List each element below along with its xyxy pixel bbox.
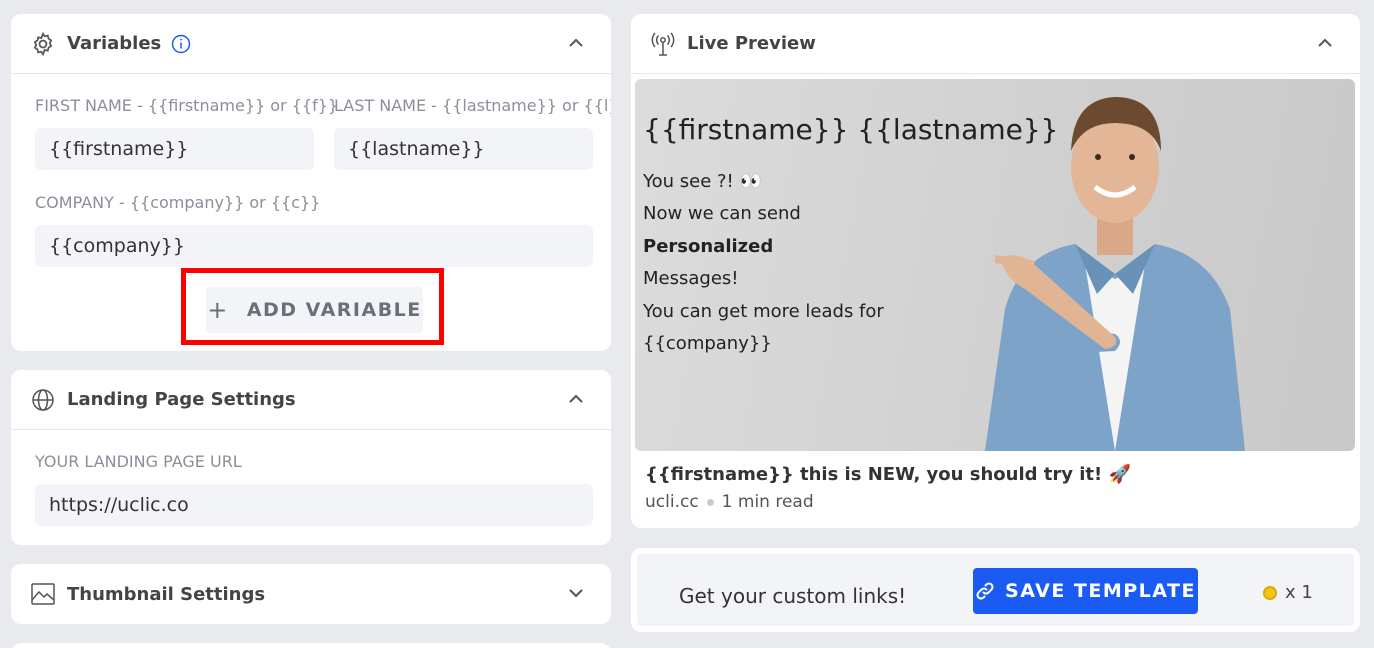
variables-panel: Variables FIRST NAME - {{firstname}} or … xyxy=(11,14,611,351)
save-template-button[interactable]: SAVE TEMPLATE xyxy=(973,568,1198,614)
landing-page-panel: Landing Page Settings YOUR LANDING PAGE … xyxy=(11,370,611,545)
add-variable-label: ADD VARIABLE xyxy=(246,299,422,321)
last-name-input[interactable] xyxy=(334,128,593,170)
antenna-icon xyxy=(649,30,677,58)
preview-line: You can get more leads for xyxy=(643,301,884,322)
chevron-down-icon[interactable] xyxy=(565,582,587,604)
preview-line: You see ?! 👀 xyxy=(643,171,762,192)
coin-icon xyxy=(1263,585,1277,600)
preview-line: Messages! xyxy=(643,268,739,289)
credits-counter: x 1 xyxy=(1263,582,1313,603)
preview-line: Personalized xyxy=(643,236,774,257)
credits-value: x 1 xyxy=(1285,582,1313,603)
person-illustration xyxy=(985,97,1245,451)
gear-icon xyxy=(29,30,57,58)
separator-dot xyxy=(706,498,714,506)
preview-read-time: 1 min read xyxy=(721,492,814,512)
chevron-up-icon[interactable] xyxy=(1314,32,1336,54)
company-input[interactable] xyxy=(35,225,593,267)
thumbnail-panel: Thumbnail Settings xyxy=(11,564,611,624)
company-label: COMPANY - {{company}} or {{c}} xyxy=(35,193,321,212)
collapsed-panel xyxy=(11,643,611,648)
live-preview-title: Live Preview xyxy=(687,33,816,54)
preview-line: Now we can send xyxy=(643,203,801,224)
globe-icon xyxy=(29,386,57,414)
first-name-input[interactable] xyxy=(35,128,314,170)
first-name-label: FIRST NAME - {{firstname}} or {{f}} xyxy=(35,96,339,115)
landing-page-header[interactable]: Landing Page Settings xyxy=(11,370,611,430)
live-preview-header[interactable]: Live Preview xyxy=(631,14,1360,74)
preview-domain: ucli.cc xyxy=(645,492,699,512)
footer-panel: Get your custom links! SAVE TEMPLATE x 1 xyxy=(631,548,1360,632)
thumbnail-header[interactable]: Thumbnail Settings xyxy=(11,564,611,624)
link-icon xyxy=(975,581,995,601)
image-icon xyxy=(29,580,57,608)
preview-line: {{company}} xyxy=(643,333,772,354)
preview-meta: ucli.cc 1 min read xyxy=(645,492,814,512)
preview-caption: {{firstname}} this is NEW, you should tr… xyxy=(645,464,1131,485)
plus-icon: + xyxy=(207,296,229,324)
variables-header[interactable]: Variables xyxy=(11,14,611,74)
landing-page-title: Landing Page Settings xyxy=(67,389,296,410)
add-variable-button[interactable]: + ADD VARIABLE xyxy=(206,287,423,333)
preview-image: {{firstname}} {{lastname}} You see ?! 👀 … xyxy=(635,79,1355,451)
live-preview-panel: Live Preview {{firstname}} {{lastname}} … xyxy=(631,14,1360,528)
variables-title: Variables xyxy=(67,33,162,54)
last-name-label: LAST NAME - {{lastname}} or {{l}} xyxy=(334,96,611,115)
footer-bar: Get your custom links! SAVE TEMPLATE x 1 xyxy=(637,554,1354,626)
chevron-up-icon[interactable] xyxy=(565,388,587,410)
landing-url-input[interactable] xyxy=(35,484,593,526)
save-template-label: SAVE TEMPLATE xyxy=(1005,580,1196,602)
thumbnail-title: Thumbnail Settings xyxy=(67,583,266,605)
landing-url-label: YOUR LANDING PAGE URL xyxy=(35,452,242,471)
footer-text: Get your custom links! xyxy=(679,584,907,608)
info-icon[interactable] xyxy=(171,34,191,54)
chevron-up-icon[interactable] xyxy=(565,32,587,54)
